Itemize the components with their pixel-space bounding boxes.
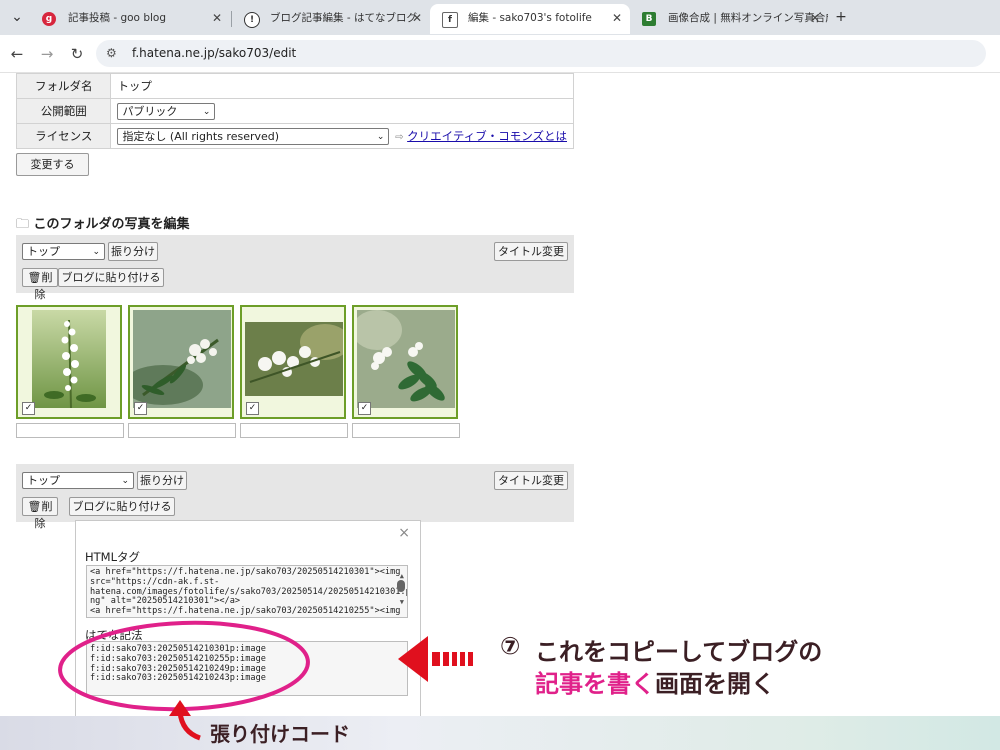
instruction-rest: 画面を開く <box>655 670 775 698</box>
instruction-line1: これをコピーしてブログの <box>535 638 823 666</box>
up-arrow-icon <box>169 700 201 741</box>
instruction-highlight: 記事を書く <box>535 670 655 698</box>
left-arrow-icon <box>398 636 473 682</box>
paste-code-label: 張り付けコード <box>210 722 350 746</box>
highlight-ellipse <box>58 620 310 712</box>
step-number: ⑦ <box>500 632 521 660</box>
instruction-line2: 記事を書く画面を開く <box>535 664 775 699</box>
